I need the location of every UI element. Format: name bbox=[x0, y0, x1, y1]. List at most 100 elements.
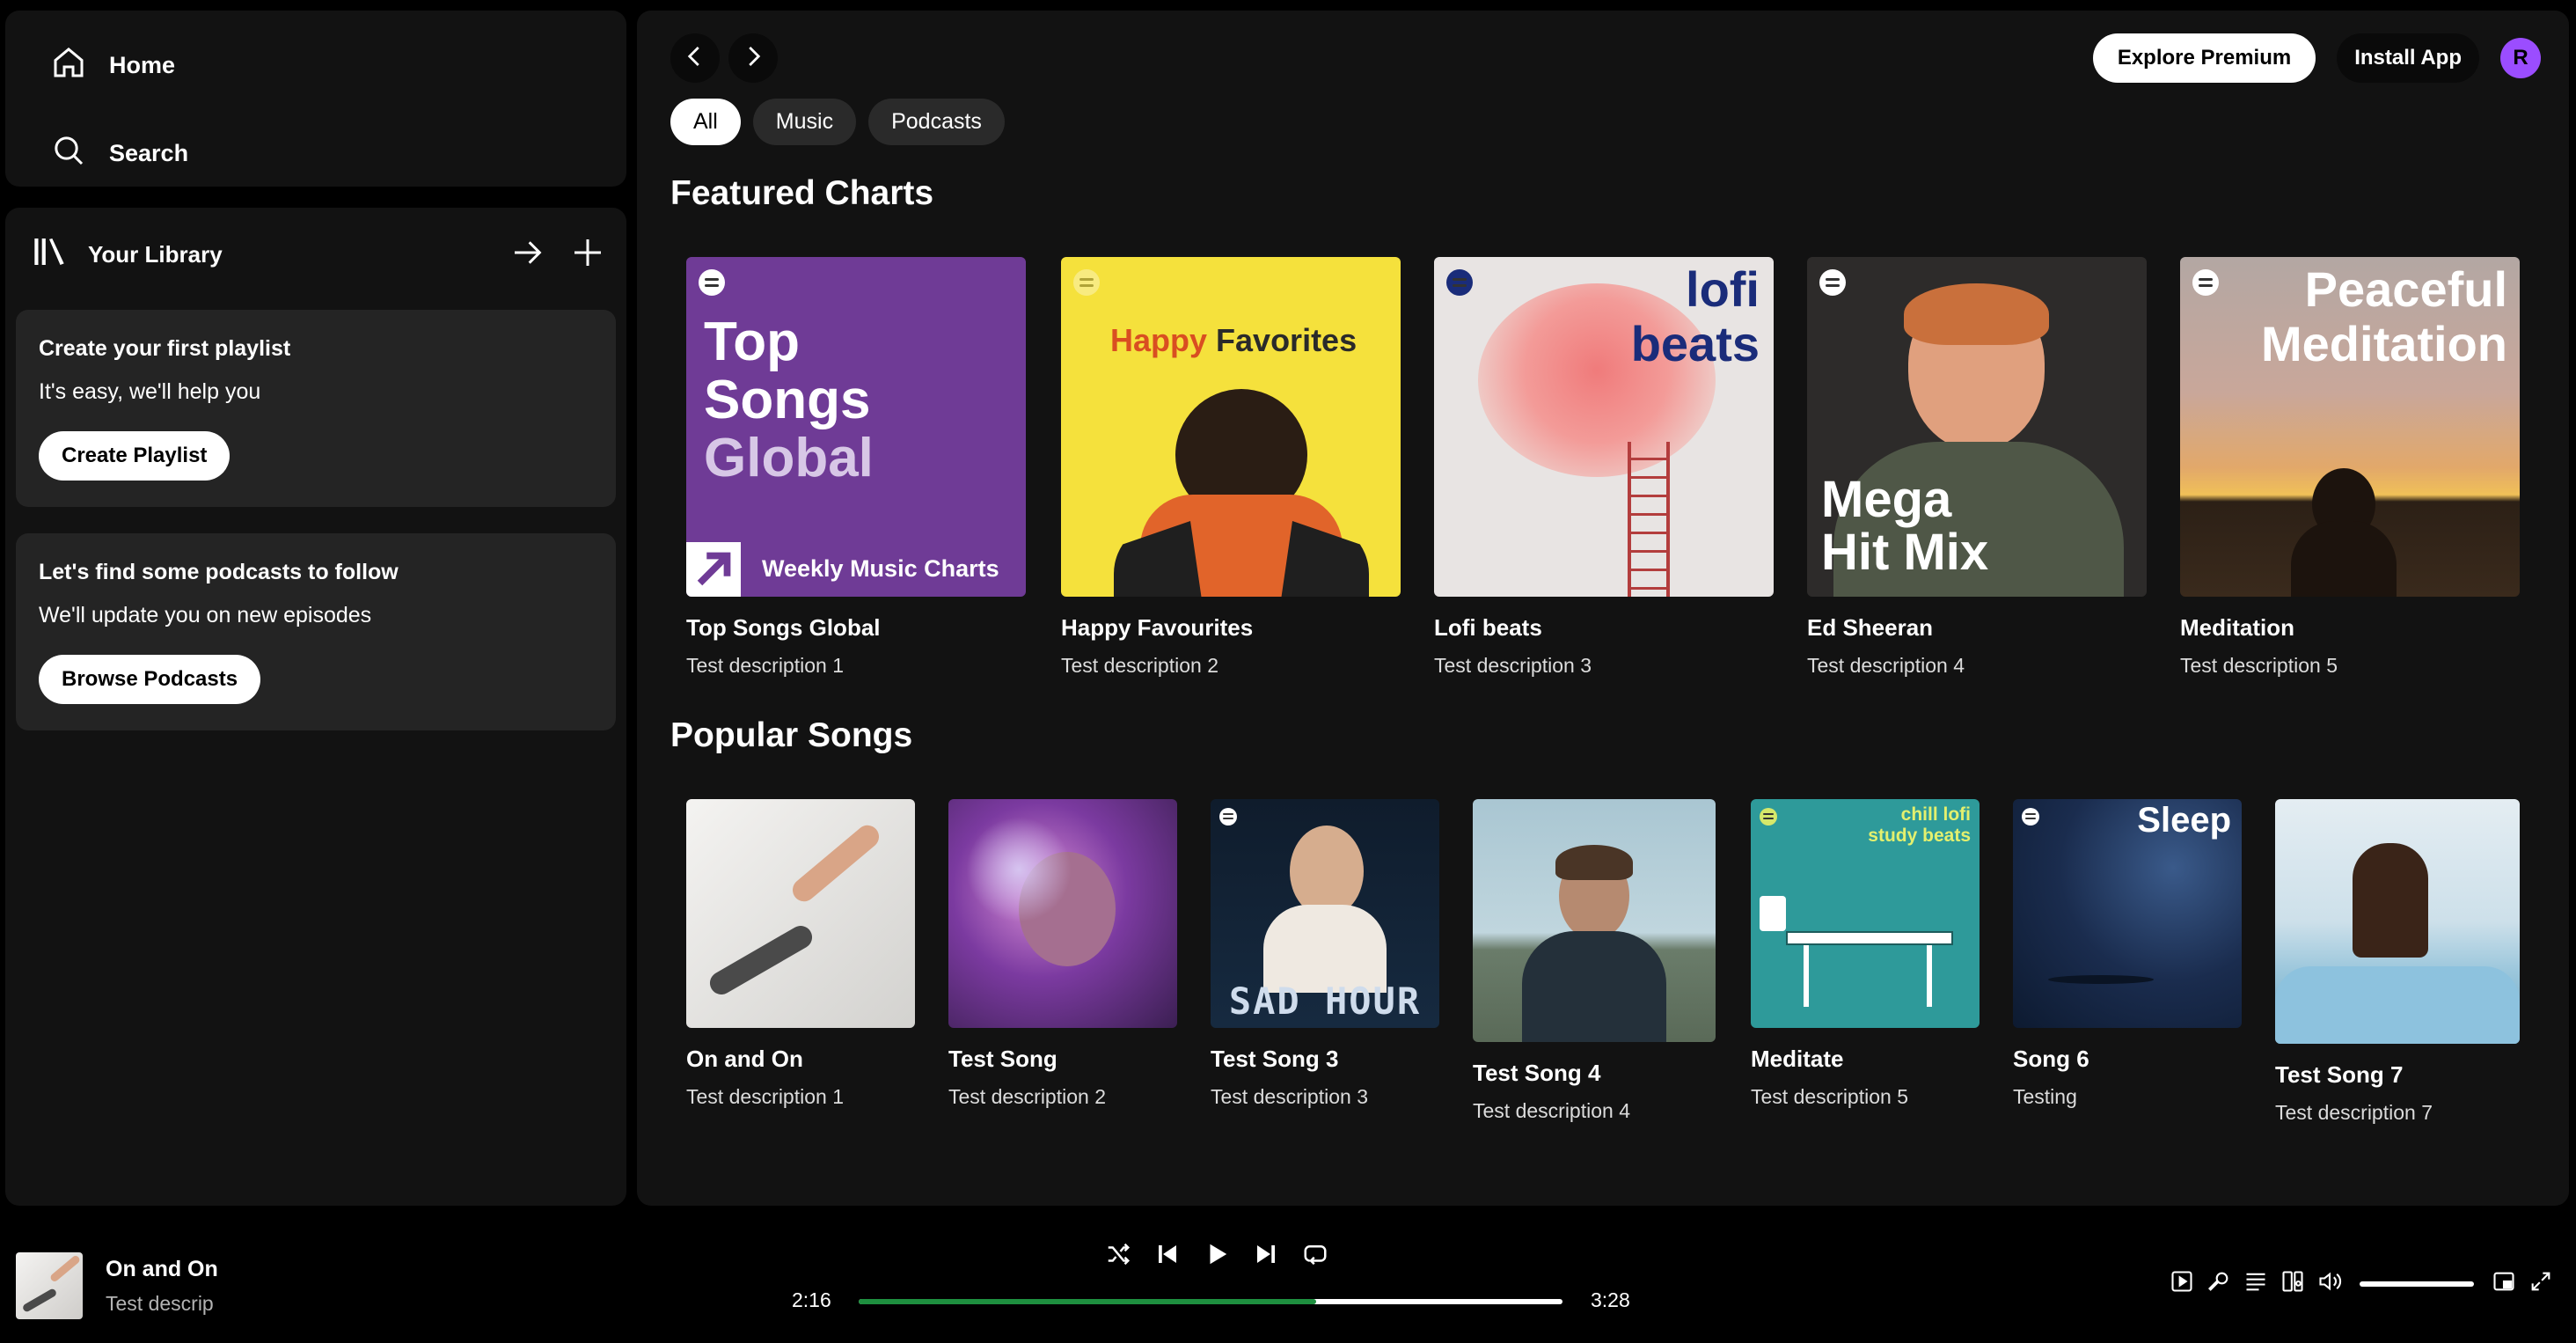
fullscreen-icon[interactable] bbox=[2528, 1269, 2553, 1298]
popular-songs-title: Popular Songs bbox=[670, 716, 913, 754]
cover-text: study beats bbox=[1868, 826, 1971, 846]
now-playing-title[interactable]: On and On bbox=[106, 1257, 218, 1282]
spotify-logo-icon bbox=[2022, 808, 2039, 826]
cover-text: Songs bbox=[704, 370, 871, 430]
volume-icon[interactable] bbox=[2317, 1269, 2342, 1298]
plus-icon[interactable] bbox=[570, 235, 605, 275]
hand-shape bbox=[787, 820, 884, 906]
on-and-on-cover bbox=[686, 799, 915, 1028]
avatar[interactable]: R bbox=[2500, 38, 2541, 78]
install-app-button[interactable]: Install App bbox=[2337, 33, 2479, 83]
chip-podcasts[interactable]: Podcasts bbox=[868, 99, 1005, 145]
test-song-3-cover: SAD HOUR bbox=[1211, 799, 1439, 1028]
song-card-song-6[interactable]: Sleep Song 6 Testing bbox=[2013, 799, 2242, 1109]
nav-search[interactable]: Search bbox=[51, 127, 188, 180]
mini-player-icon[interactable] bbox=[2492, 1269, 2516, 1298]
cover-text: Peaceful bbox=[2304, 261, 2507, 317]
search-icon bbox=[51, 133, 86, 174]
card-description: Test description 4 bbox=[1473, 1099, 1630, 1122]
card-title: Top Songs Global bbox=[686, 614, 881, 641]
card-description: Test description 2 bbox=[1061, 654, 1218, 677]
cover-text: Top bbox=[704, 312, 801, 372]
main-panel: Explore Premium Install App R All Music … bbox=[637, 11, 2569, 1206]
card-description: Test description 3 bbox=[1434, 654, 1592, 677]
explore-premium-button[interactable]: Explore Premium bbox=[2092, 33, 2316, 83]
chevron-left-icon bbox=[682, 43, 708, 74]
next-icon[interactable] bbox=[1253, 1241, 1279, 1272]
cover-text: chill lofi bbox=[1900, 804, 1971, 825]
podcasts-card: Let's find some podcasts to follow We'll… bbox=[16, 533, 616, 730]
previous-icon[interactable] bbox=[1154, 1241, 1181, 1272]
nav-home[interactable]: Home bbox=[51, 39, 175, 92]
now-playing-cover[interactable] bbox=[16, 1252, 83, 1319]
portrait-shape bbox=[1555, 845, 1633, 880]
play-icon[interactable] bbox=[1204, 1241, 1230, 1272]
now-playing-description[interactable]: Test descrip bbox=[106, 1292, 214, 1316]
chip-all[interactable]: All bbox=[670, 99, 741, 145]
test-song-7-cover bbox=[2275, 799, 2520, 1044]
progress-bar[interactable] bbox=[859, 1299, 1562, 1304]
shuffle-icon[interactable] bbox=[1105, 1241, 1131, 1272]
browse-podcasts-button[interactable]: Browse Podcasts bbox=[39, 655, 261, 704]
library-header: Your Library bbox=[32, 231, 605, 278]
featured-charts-title: Featured Charts bbox=[670, 174, 934, 212]
song-card-test-song-3[interactable]: SAD HOUR Test Song 3 Test description 3 bbox=[1211, 799, 1439, 1109]
player-bar: On and On Test descrip 2:16 3:28 bbox=[0, 1206, 2576, 1343]
podcasts-card-subtitle: We'll update you on new episodes bbox=[39, 603, 372, 627]
hand-shape bbox=[21, 1288, 58, 1313]
song-card-meditate[interactable]: chill lofi study beats Meditate Test des… bbox=[1751, 799, 1980, 1109]
progress-fill bbox=[859, 1299, 1316, 1304]
song-card-on-and-on[interactable]: On and On Test description 1 bbox=[686, 799, 915, 1109]
test-song-cover bbox=[948, 799, 1177, 1028]
desk-shape bbox=[1927, 945, 1932, 1007]
featured-card-happy-favourites[interactable]: Happy Favorites Happy Favourites Test de… bbox=[1061, 257, 1401, 678]
spotify-logo-icon bbox=[1819, 269, 1846, 296]
hand-shape bbox=[48, 1254, 82, 1283]
cover-text: Global bbox=[704, 428, 874, 488]
ed-sheeran-cover: Mega Hit Mix bbox=[1807, 257, 2147, 597]
car-shape bbox=[2275, 966, 2520, 1044]
song-card-test-song-7[interactable]: Test Song 7 Test description 7 bbox=[2275, 799, 2520, 1125]
repeat-icon[interactable] bbox=[1302, 1241, 1328, 1272]
flower-shape bbox=[966, 817, 1072, 922]
card-description: Test description 1 bbox=[686, 654, 844, 677]
back-button[interactable] bbox=[670, 33, 720, 83]
cover-text: SAD HOUR bbox=[1228, 980, 1422, 1023]
microphone-icon[interactable] bbox=[2206, 1269, 2231, 1298]
cover-text: Happy Favorites bbox=[1110, 322, 1358, 358]
cover-text: Hit Mix bbox=[1821, 524, 1989, 581]
arrow-right-icon[interactable] bbox=[510, 235, 545, 275]
now-playing-view-icon[interactable] bbox=[2170, 1269, 2194, 1298]
chevron-right-icon bbox=[740, 43, 766, 74]
featured-card-meditation[interactable]: Peaceful Meditation Meditation Test desc… bbox=[2180, 257, 2520, 678]
card-description: Test description 3 bbox=[1211, 1085, 1368, 1108]
lofi-beats-cover: lofi beats bbox=[1434, 257, 1774, 597]
queue-icon[interactable] bbox=[2243, 1269, 2268, 1298]
meditate-cover: chill lofi study beats bbox=[1751, 799, 1980, 1028]
song-card-test-song[interactable]: Test Song Test description 2 bbox=[948, 799, 1177, 1109]
forward-button[interactable] bbox=[728, 33, 778, 83]
song-card-test-song-4[interactable]: Test Song 4 Test description 4 bbox=[1473, 799, 1716, 1123]
connect-device-icon[interactable] bbox=[2280, 1269, 2305, 1298]
plant-shape bbox=[1760, 896, 1786, 931]
library-toggle[interactable]: Your Library bbox=[32, 234, 223, 275]
featured-card-ed-sheeran[interactable]: Mega Hit Mix Ed Sheeran Test description… bbox=[1807, 257, 2147, 678]
happy-favourites-cover: Happy Favorites bbox=[1061, 257, 1401, 597]
song-6-cover: Sleep bbox=[2013, 799, 2242, 1028]
desk-shape bbox=[1804, 945, 1809, 1007]
volume-slider[interactable] bbox=[2360, 1281, 2474, 1287]
card-title: On and On bbox=[686, 1046, 803, 1072]
create-playlist-subtitle: It's easy, we'll help you bbox=[39, 379, 261, 404]
card-title: Lofi beats bbox=[1434, 614, 1542, 641]
chip-music[interactable]: Music bbox=[752, 99, 857, 145]
card-title: Test Song bbox=[948, 1046, 1057, 1072]
create-playlist-card: Create your first playlist It's easy, we… bbox=[16, 310, 616, 507]
portrait-shape bbox=[2353, 843, 2428, 958]
card-title: Test Song 4 bbox=[1473, 1060, 1601, 1086]
top-songs-global-cover: Top Songs Global Weekly Music Charts bbox=[686, 257, 1026, 597]
card-title: Happy Favourites bbox=[1061, 614, 1254, 641]
spotify-logo-icon bbox=[1446, 269, 1473, 296]
featured-card-top-songs-global[interactable]: Top Songs Global Weekly Music Charts Top… bbox=[686, 257, 1026, 678]
featured-card-lofi-beats[interactable]: lofi beats Lofi beats Test description 3 bbox=[1434, 257, 1774, 678]
create-playlist-button[interactable]: Create Playlist bbox=[39, 431, 231, 481]
